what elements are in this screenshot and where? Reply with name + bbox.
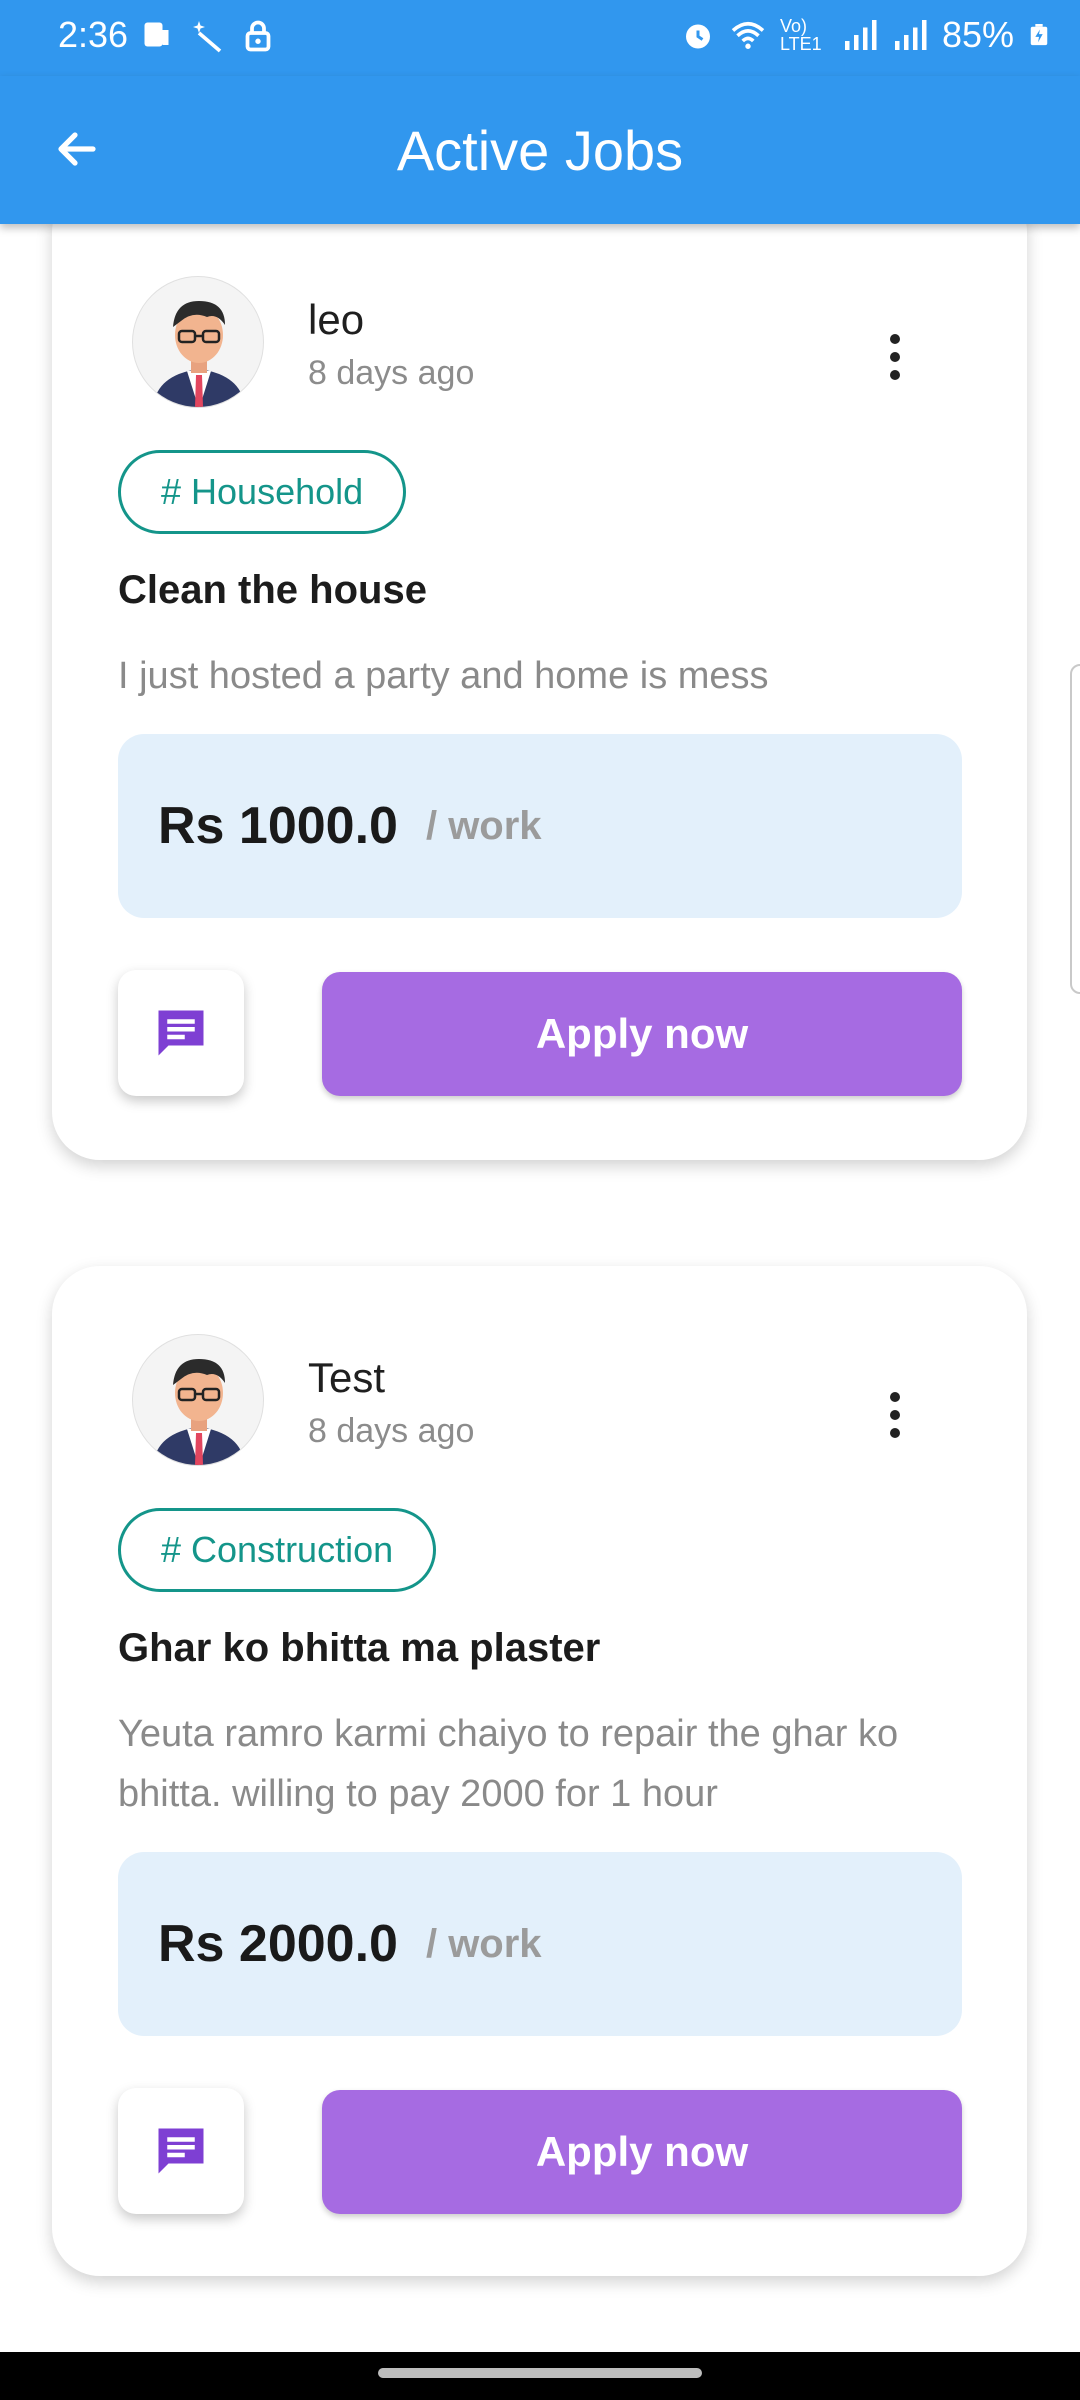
message-icon: [158, 2128, 204, 2174]
price-box: Rs 2000.0 / work: [118, 1852, 962, 2036]
job-list[interactable]: leo 8 days ago # Household Clean the hou…: [0, 224, 1080, 2352]
battery-percent: 85%: [941, 14, 1014, 55]
user-avatar-icon: [153, 301, 245, 407]
job-card: Test 8 days ago # Construction Ghar ko b…: [52, 1266, 1027, 2276]
more-options-button[interactable]: [875, 322, 915, 392]
more-options-button[interactable]: [875, 1380, 915, 1450]
wifi-icon: [731, 21, 765, 49]
user-avatar-icon: [153, 1359, 245, 1465]
network-type-label: Vo) LTE1: [779, 16, 822, 54]
more-vert-icon: [890, 334, 900, 344]
post-time: 8 days ago: [308, 1412, 475, 1450]
message-icon: [158, 1010, 204, 1056]
app-bar: Active Jobs: [0, 76, 1080, 224]
battery-charging-icon: [1030, 24, 1048, 46]
job-description: Yeuta ramro karmi chaiyo to repair the g…: [118, 1713, 899, 1815]
message-button[interactable]: [118, 970, 244, 1096]
price-unit: / work: [425, 803, 542, 848]
price-unit: / work: [425, 1921, 542, 1966]
status-time: 2:36: [58, 14, 129, 55]
phone-screen-icon: [144, 22, 169, 47]
avatar: [132, 1334, 264, 1466]
signal-icon: [844, 20, 877, 50]
user-name: leo: [308, 296, 365, 343]
scroll-indicator: [1070, 664, 1080, 994]
apply-now-button[interactable]: Apply now: [322, 2090, 962, 2214]
apply-now-button[interactable]: Apply now: [322, 972, 962, 1096]
lock-icon: [245, 20, 271, 52]
system-navigation-bar: [0, 2352, 1080, 2400]
alarm-icon: [685, 24, 710, 49]
price-amount: Rs 2000.0: [158, 1915, 398, 1973]
price-box: Rs 1000.0 / work: [118, 734, 962, 918]
magic-wand-icon: [193, 21, 222, 53]
category-chip[interactable]: # Construction: [118, 1508, 437, 1592]
post-time: 8 days ago: [308, 354, 475, 392]
status-bar: 2:36 Vo) LTE1 85%: [0, 0, 1080, 76]
status-system-icons: Vo) LTE1 85%: [680, 14, 1050, 56]
job-description: I just hosted a party and home is mess: [118, 655, 769, 697]
price-amount: Rs 1000.0: [158, 797, 398, 855]
signal-icon-2: [894, 20, 927, 50]
job-card: leo 8 days ago # Household Clean the hou…: [52, 224, 1027, 1160]
user-name: Test: [308, 1354, 386, 1401]
category-chip[interactable]: # Household: [118, 450, 407, 534]
job-title: Clean the house: [118, 568, 427, 612]
home-gesture-handle[interactable]: [378, 2368, 702, 2378]
more-vert-icon: [890, 1392, 900, 1402]
job-title: Ghar ko bhitta ma plaster: [118, 1626, 601, 1670]
avatar: [132, 276, 264, 408]
message-button[interactable]: [118, 2088, 244, 2214]
page-title: Active Jobs: [396, 119, 684, 182]
status-notification-icons: [140, 18, 276, 54]
